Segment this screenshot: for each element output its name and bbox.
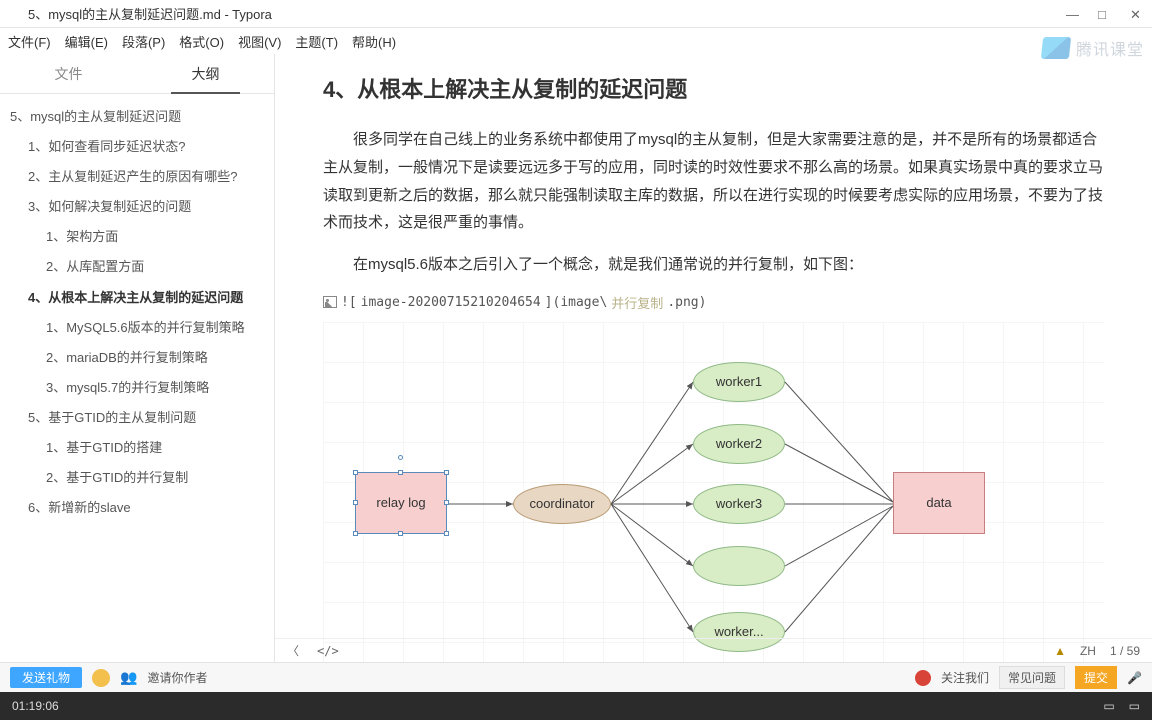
maximize-button[interactable]: □: [1098, 7, 1112, 21]
outline-item[interactable]: 5、mysql的主从复制延迟问题: [6, 102, 268, 132]
outline-item[interactable]: 1、基于GTID的搭建: [6, 433, 268, 463]
menu-format[interactable]: 格式(O): [179, 32, 224, 51]
status-back-icon[interactable]: 〈: [287, 642, 299, 659]
node-worker4[interactable]: [693, 546, 785, 586]
taskbar-icon: ▭: [1103, 699, 1114, 713]
menu-theme[interactable]: 主题(T): [295, 32, 338, 51]
node-worker1[interactable]: worker1: [693, 362, 785, 402]
menu-edit[interactable]: 编辑(E): [65, 32, 108, 51]
diagram: relay log coordinator worker1 worker2 wo…: [323, 322, 1104, 662]
status-code-icon[interactable]: </>: [317, 644, 339, 658]
status-pages: 1 / 59: [1110, 644, 1140, 658]
tab-files[interactable]: 文件: [0, 54, 137, 93]
watermark-text: 腾讯课堂: [1076, 36, 1144, 60]
tab-outline[interactable]: 大纲: [137, 54, 274, 93]
app-icon: [8, 7, 22, 21]
outline-item[interactable]: 2、基于GTID的并行复制: [6, 463, 268, 493]
taskbar: 01:19:06 ▭ ▭: [0, 692, 1152, 720]
sidebar: 文件 大纲 5、mysql的主从复制延迟问题 1、如何查看同步延迟状态? 2、主…: [0, 54, 275, 662]
outline-item[interactable]: 2、mariaDB的并行复制策略: [6, 343, 268, 373]
menu-file[interactable]: 文件(F): [8, 32, 51, 51]
chat-text: 邀请你作者: [147, 669, 207, 686]
outline-item[interactable]: 1、如何查看同步延迟状态?: [6, 132, 268, 162]
heading: 4、从根本上解决主从复制的延迟问题: [323, 72, 1104, 104]
paragraph: 在mysql5.6版本之后引入了一个概念，就是我们通常说的并行复制，如下图：: [323, 251, 1104, 279]
outline-item[interactable]: 1、MySQL5.6版本的并行复制策略: [6, 313, 268, 343]
warning-icon: ▲: [1054, 644, 1066, 658]
outline-item[interactable]: 6、新增新的slave: [6, 493, 268, 523]
outline-item[interactable]: 2、从库配置方面: [6, 252, 268, 282]
gift-button[interactable]: 发送礼物: [10, 667, 82, 688]
people-icon: 👥: [120, 669, 137, 686]
window-title: 5、mysql的主从复制延迟问题.md - Typora: [28, 4, 272, 23]
submit-button[interactable]: 提交: [1075, 666, 1117, 689]
node-coordinator[interactable]: coordinator: [513, 484, 611, 524]
watermark: 腾讯课堂: [1042, 36, 1144, 60]
status-lang: ZH: [1080, 644, 1096, 658]
image-markdown: ![image-20200715210204654](image\并行复制.pn…: [323, 293, 1104, 312]
image-placeholder-icon: [323, 296, 337, 308]
outline-item[interactable]: 3、如何解决复制延迟的问题: [6, 192, 268, 222]
titlebar: 5、mysql的主从复制延迟问题.md - Typora — □ ✕: [0, 0, 1152, 28]
avatar-icon: [92, 669, 110, 687]
node-worker2[interactable]: worker2: [693, 424, 785, 464]
editor-pane[interactable]: 4、从根本上解决主从复制的延迟问题 很多同学在自己线上的业务系统中都使用了mys…: [275, 54, 1152, 662]
minimize-button[interactable]: —: [1066, 7, 1080, 21]
outline-list: 5、mysql的主从复制延迟问题 1、如何查看同步延迟状态? 2、主从复制延迟产…: [0, 94, 274, 662]
toolbar-bottom: 发送礼物 👥 邀请你作者 关注我们 常见问题 提交 🎤: [0, 662, 1152, 692]
menu-help[interactable]: 帮助(H): [352, 32, 396, 51]
close-button[interactable]: ✕: [1130, 7, 1144, 21]
paragraph: 很多同学在自己线上的业务系统中都使用了mysql的主从复制，但是大家需要注意的是…: [323, 126, 1104, 237]
follow-link[interactable]: 关注我们: [941, 669, 989, 686]
taskbar-icon: ▭: [1129, 699, 1140, 713]
help-button[interactable]: 常见问题: [999, 666, 1065, 689]
outline-item-active[interactable]: 4、从根本上解决主从复制的延迟问题: [6, 283, 268, 313]
node-relay-log[interactable]: relay log: [355, 472, 447, 534]
outline-item[interactable]: 1、架构方面: [6, 222, 268, 252]
menu-view[interactable]: 视图(V): [238, 32, 281, 51]
outline-item[interactable]: 3、mysql5.7的并行复制策略: [6, 373, 268, 403]
node-worker3[interactable]: worker3: [693, 484, 785, 524]
outline-item[interactable]: 2、主从复制延迟产生的原因有哪些?: [6, 162, 268, 192]
node-data[interactable]: data: [893, 472, 985, 534]
outline-item[interactable]: 5、基于GTID的主从复制问题: [6, 403, 268, 433]
taskbar-time: 01:19:06: [12, 699, 59, 713]
watermark-icon: [1041, 37, 1071, 59]
menu-paragraph[interactable]: 段落(P): [122, 32, 165, 51]
menubar: 文件(F) 编辑(E) 段落(P) 格式(O) 视图(V) 主题(T) 帮助(H…: [0, 28, 1152, 54]
mic-icon[interactable]: 🎤: [1127, 671, 1142, 685]
weibo-icon[interactable]: [915, 670, 931, 686]
